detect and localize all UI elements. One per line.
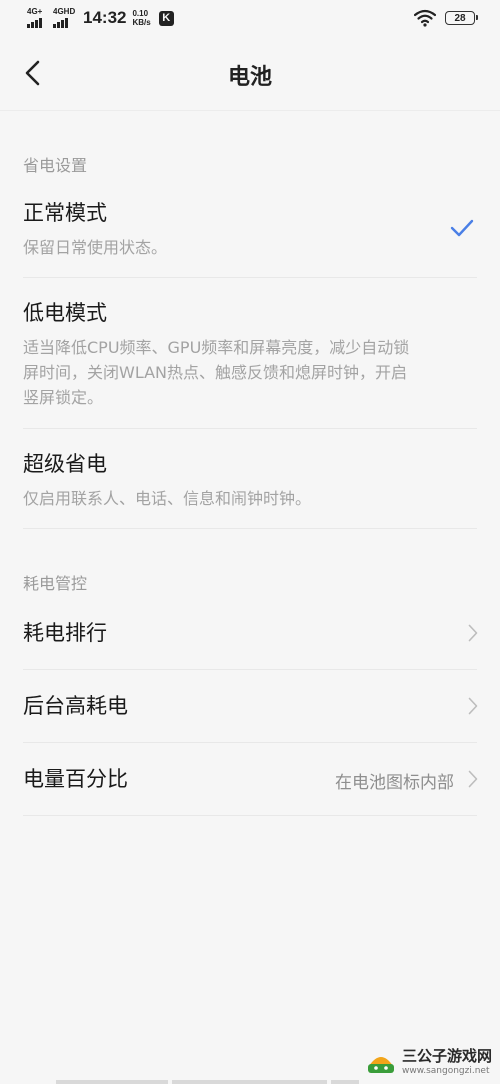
- wifi-icon: [414, 9, 436, 27]
- chevron-right-icon: [468, 697, 478, 715]
- item-background-power-title: 后台高耗电: [23, 694, 128, 718]
- mode-super-saving-desc: 仅启用联系人、电话、信息和闹钟时钟。: [23, 489, 312, 508]
- network-speed: 0.10 KB/s: [132, 9, 150, 27]
- divider: [23, 742, 477, 743]
- status-right: 28: [414, 9, 478, 27]
- mode-low-power-desc: 适当降低CPU频率、GPU频率和屏幕亮度，减少自动锁屏时间，关闭WLAN热点、触…: [23, 338, 410, 407]
- item-power-ranking-title: 耗电排行: [23, 621, 107, 645]
- mode-super-saving-title: 超级省电: [23, 452, 107, 476]
- app-notification-icon: K: [158, 10, 174, 26]
- mode-low-power[interactable]: 低电模式 适当降低CPU频率、GPU频率和屏幕亮度，减少自动锁屏时间，关闭WLA…: [23, 297, 477, 410]
- checkmark-icon: [450, 219, 474, 237]
- nav-hint-bar: [331, 1080, 359, 1084]
- divider: [23, 277, 477, 278]
- mode-low-power-title: 低电模式: [23, 301, 107, 325]
- section-label-power-saving: 省电设置: [23, 156, 88, 175]
- mode-super-saving[interactable]: 超级省电 仅启用联系人、电话、信息和闹钟时钟。: [23, 448, 477, 511]
- mode-normal-desc: 保留日常使用状态。: [23, 238, 168, 257]
- chevron-right-icon: [468, 770, 478, 788]
- nav-hint-bar: [56, 1080, 168, 1084]
- divider: [23, 528, 477, 529]
- nav-hint-bar: [172, 1080, 327, 1084]
- network-type-1: 4G+: [27, 7, 43, 16]
- network-speed-unit: KB/s: [132, 18, 151, 27]
- watermark-url: www.sangongzi.net: [401, 1066, 490, 1076]
- watermark-name: 三公子游戏网: [401, 1047, 492, 1065]
- item-power-ranking[interactable]: 耗电排行: [23, 617, 477, 647]
- battery-percentage-value: 在电池图标内部: [335, 773, 454, 793]
- signal-icon-sim1: 4G+: [27, 7, 49, 28]
- divider: [23, 428, 477, 429]
- mode-normal-title: 正常模式: [23, 201, 107, 225]
- watermark: 三公子游戏网 www.sangongzi.net: [364, 1045, 492, 1076]
- chevron-right-icon: [468, 624, 478, 642]
- status-bar: 4G+ 4GHD 14:32 0.10 KB/s K 28: [0, 0, 500, 36]
- battery-level: 28: [454, 12, 466, 24]
- signal-icon-sim2: 4GHD: [53, 7, 76, 28]
- battery-icon: 28: [445, 11, 478, 25]
- divider: [23, 669, 477, 670]
- item-background-power[interactable]: 后台高耗电: [23, 690, 477, 720]
- network-type-2: 4GHD: [53, 7, 76, 16]
- network-speed-value: 0.10: [132, 9, 149, 18]
- section-label-power-control: 耗电管控: [23, 574, 88, 593]
- page-title: 电池: [227, 65, 272, 90]
- status-time: 14:32: [83, 8, 127, 27]
- watermark-logo-icon: [367, 1056, 394, 1073]
- status-left: 4G+ 4GHD 14:32 0.10 KB/s K: [27, 7, 174, 28]
- mode-normal[interactable]: 正常模式 保留日常使用状态。: [23, 197, 477, 260]
- divider: [23, 815, 477, 816]
- app-header: 电池: [0, 36, 500, 111]
